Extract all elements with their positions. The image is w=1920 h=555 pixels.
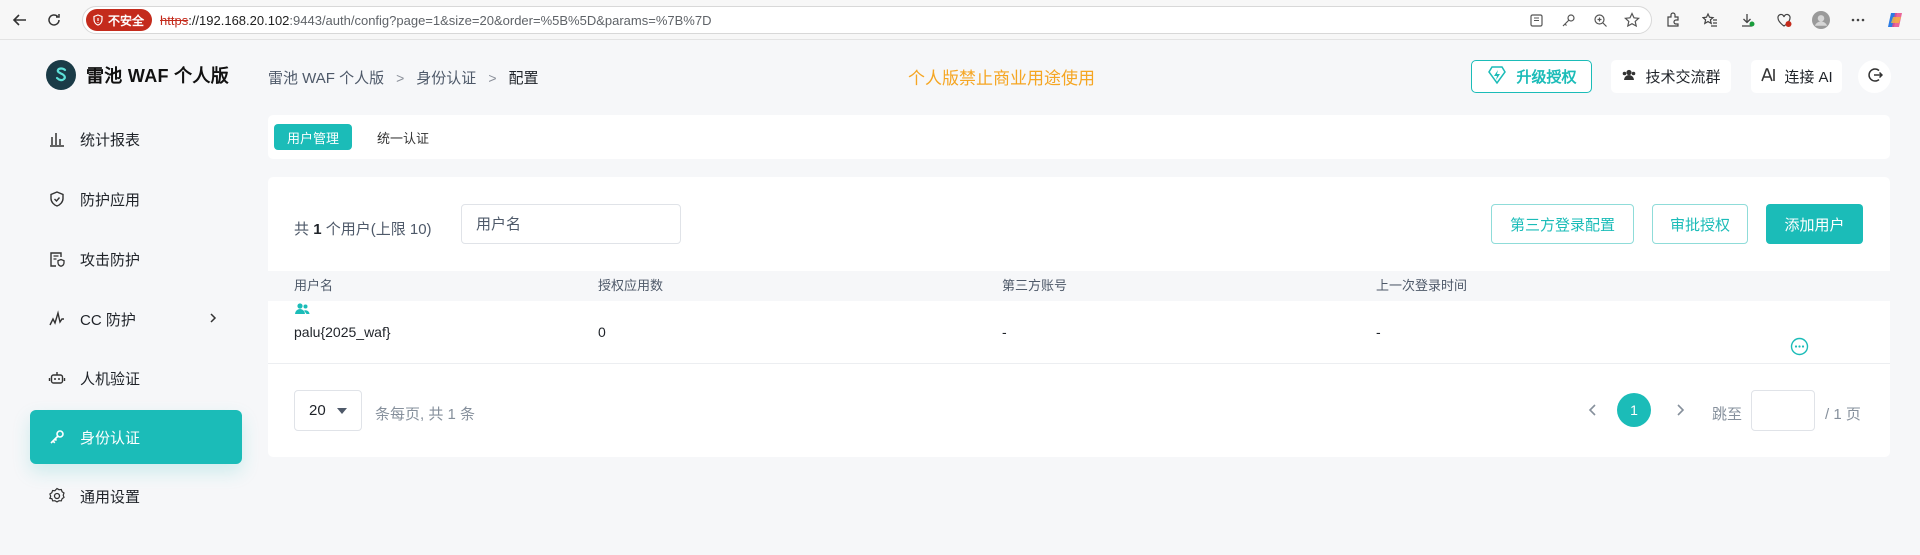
breadcrumb-item[interactable]: 身份认证 <box>416 67 476 88</box>
page-size-value: 20 <box>309 402 326 419</box>
third-party-login-config-button[interactable]: 第三方登录配置 <box>1491 204 1634 244</box>
gear-icon <box>48 487 66 505</box>
security-label: 不安全 <box>108 13 145 28</box>
sidebar-item-label: 通用设置 <box>80 488 141 506</box>
breadcrumb-current: 配置 <box>508 70 539 87</box>
prev-page-icon[interactable] <box>1586 401 1600 422</box>
profile-avatar[interactable] <box>1812 11 1830 29</box>
sidebar-item-cc-protection[interactable]: CC 防护 <box>30 292 242 346</box>
jump-to-label: 跳至 <box>1712 406 1743 423</box>
zoom-icon[interactable] <box>1591 11 1609 29</box>
ai-label: 连接 AI <box>1784 69 1833 86</box>
group-label: 技术交流群 <box>1645 69 1721 86</box>
breadcrumb: 雷池 WAF 个人版 > 身份认证 > 配置 <box>268 67 539 88</box>
caret-down-icon <box>336 402 348 419</box>
third-party-cell: - <box>1002 324 1007 340</box>
page-1-button[interactable]: 1 <box>1617 393 1651 427</box>
robot-icon <box>48 369 66 387</box>
tab-user-management[interactable]: 用户管理 <box>274 124 353 150</box>
next-page-icon[interactable] <box>1673 401 1687 422</box>
last-login-cell: - <box>1376 324 1381 340</box>
upgrade-license-button[interactable]: 升级授权 <box>1471 60 1592 93</box>
key-icon <box>48 428 66 446</box>
column-header-third-party: 第三方账号 <box>1002 278 1068 293</box>
favorites-icon[interactable] <box>1701 11 1719 29</box>
more-actions-icon[interactable] <box>1789 321 1810 356</box>
sidebar-item-label: CC 防护 <box>80 311 136 329</box>
safeline-logo-icon <box>46 60 76 90</box>
page-size-select[interactable]: 20 <box>294 390 362 431</box>
add-user-button[interactable]: 添加用户 <box>1766 204 1863 244</box>
key-icon[interactable] <box>1559 11 1577 29</box>
browser-toolbar: 不安全 https://192.168.20.102:9443/auth/con… <box>0 0 1920 40</box>
column-header-last-login: 上一次登录时间 <box>1376 278 1468 293</box>
extensions-icon[interactable] <box>1664 11 1682 29</box>
address-bar[interactable]: 不安全 https://192.168.20.102:9443/auth/con… <box>82 6 1652 34</box>
shield-icon <box>48 190 66 208</box>
reader-icon[interactable] <box>1527 11 1545 29</box>
tabs-bar: 用户管理 统一认证 <box>268 115 1890 159</box>
upgrade-label: 升级授权 <box>1516 69 1577 86</box>
favorite-star-icon[interactable] <box>1623 11 1641 29</box>
shield-warning-icon <box>93 14 103 26</box>
apps-cell: 0 <box>598 324 606 340</box>
connect-ai-button[interactable]: 连接 AI <box>1751 60 1842 93</box>
sidebar-item-settings[interactable]: 通用设置 <box>30 469 242 523</box>
more-menu-icon[interactable] <box>1849 11 1867 29</box>
breadcrumb-separator: > <box>488 69 497 86</box>
logout-icon <box>1867 67 1883 87</box>
url-text: https://192.168.20.102:9443/auth/config?… <box>160 12 712 28</box>
app-name: 雷池 WAF 个人版 <box>86 66 229 86</box>
sidebar-item-label: 人机验证 <box>80 370 141 388</box>
sidebar-item-label: 攻击防护 <box>80 251 141 269</box>
logout-button[interactable] <box>1858 60 1891 93</box>
clipboard-shield-icon <box>48 250 66 268</box>
refresh-icon[interactable] <box>42 8 66 32</box>
total-pages: / 1 页 <box>1825 406 1861 423</box>
back-icon[interactable] <box>8 8 32 32</box>
jump-page-input[interactable] <box>1751 390 1815 431</box>
sidebar-item-protected-apps[interactable]: 防护应用 <box>30 172 242 226</box>
breadcrumb-item[interactable]: 雷池 WAF 个人版 <box>268 67 384 88</box>
lightning-icon <box>1486 64 1508 90</box>
downloads-icon[interactable] <box>1738 11 1756 29</box>
approve-authorization-button[interactable]: 审批授权 <box>1652 204 1748 244</box>
username-cell: palu{2025_waf} <box>294 301 391 340</box>
license-notice: 个人版禁止商业用途使用 <box>908 69 1095 88</box>
table-row: palu{2025_waf} 0 - - <box>268 301 1890 364</box>
sidebar-item-attack-protection[interactable]: 攻击防护 <box>30 232 242 286</box>
sidebar-item-auth[interactable]: 身份认证 <box>30 410 242 464</box>
app-logo[interactable]: 雷池 WAF 个人版 <box>46 60 229 90</box>
security-badge[interactable]: 不安全 <box>86 9 153 31</box>
breadcrumb-separator: > <box>396 69 405 86</box>
username-search-input[interactable] <box>461 204 681 244</box>
sidebar-item-statistics[interactable]: 统计报表 <box>30 112 242 166</box>
ai-icon <box>1760 67 1776 87</box>
users-card: 共 1 个用户(上限 10) 第三方登录配置 审批授权 添加用户 用户名 授权应… <box>268 177 1890 457</box>
username-text: palu{2025_waf} <box>294 324 391 340</box>
column-header-apps: 授权应用数 <box>598 278 664 293</box>
community-group-button[interactable]: 技术交流群 <box>1611 60 1731 93</box>
pagination-info: 条每页, 共 1 条 <box>375 406 476 423</box>
users-icon <box>1621 67 1637 87</box>
chevron-right-icon <box>208 311 218 329</box>
column-header-username: 用户名 <box>294 278 334 293</box>
sidebar-item-label: 防护应用 <box>80 191 141 209</box>
pulse-icon <box>48 310 66 328</box>
sidebar-item-label: 身份认证 <box>80 429 141 447</box>
sidebar-item-captcha[interactable]: 人机验证 <box>30 351 242 405</box>
bar-chart-icon <box>48 130 66 148</box>
copilot-icon[interactable] <box>1886 11 1904 29</box>
tab-unified-auth[interactable]: 统一认证 <box>364 124 442 150</box>
table-header: 用户名 授权应用数 第三方账号 上一次登录时间 <box>268 271 1890 301</box>
user-count: 共 1 个用户(上限 10) <box>294 221 432 238</box>
sidebar-item-label: 统计报表 <box>80 131 141 149</box>
performance-icon[interactable] <box>1775 11 1793 29</box>
